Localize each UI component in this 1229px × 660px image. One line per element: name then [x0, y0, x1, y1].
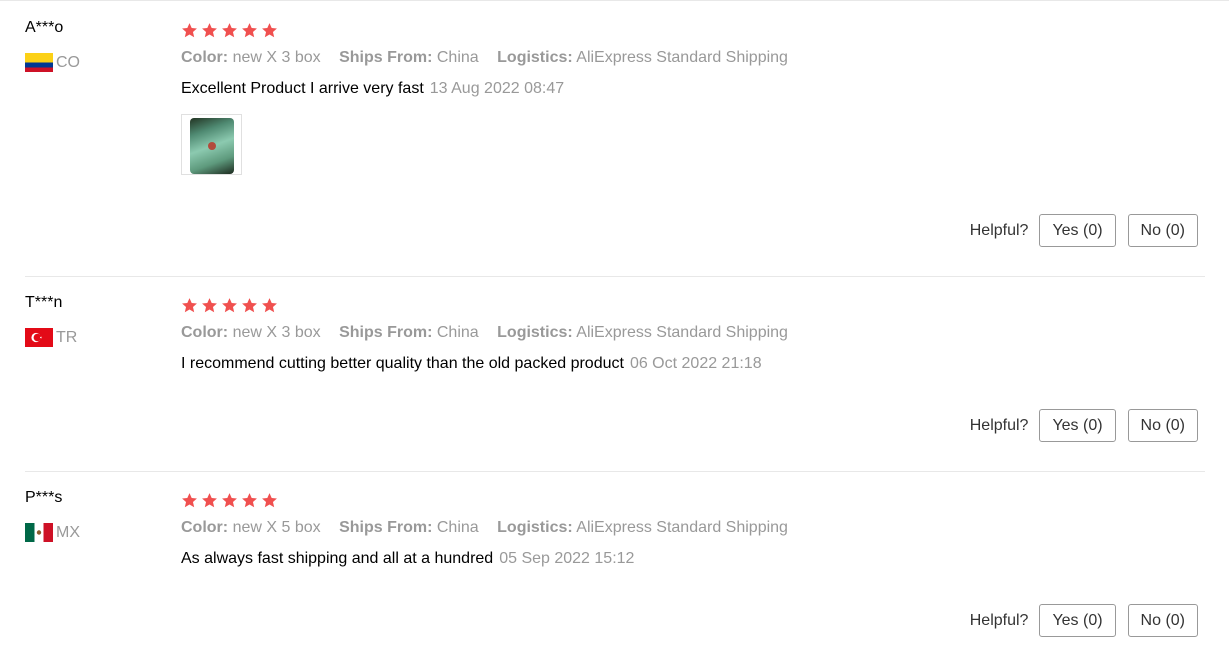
star-icon [242, 493, 257, 508]
star-icon [242, 298, 257, 313]
country-code: MX [56, 523, 80, 541]
reviewer-country: MX [25, 523, 80, 542]
ships-from-label: Ships From: [339, 519, 433, 536]
logistics-info: Logistics: AliExpress Standard Shipping [497, 324, 788, 341]
star-icon [182, 23, 197, 38]
ships-from-info: Ships From: China [339, 49, 479, 66]
review-text: As always fast shipping and all at a hun… [181, 550, 494, 567]
helpful-yes-button[interactable]: Yes (0) [1039, 214, 1116, 247]
ships-from-label: Ships From: [339, 49, 433, 66]
star-rating [181, 22, 278, 39]
helpful-vote: Helpful? Yes (0) No (0) [970, 604, 1198, 637]
star-icon [222, 493, 237, 508]
star-rating [181, 492, 278, 509]
review-photo-thumbnail[interactable] [181, 114, 242, 175]
star-icon [182, 298, 197, 313]
review-date: 13 Aug 2022 08:47 [429, 80, 565, 97]
review-comment: As always fast shipping and all at a hun… [181, 550, 634, 568]
logistics-label: Logistics: [497, 519, 573, 536]
color-label: Color: [181, 49, 229, 66]
star-icon [222, 23, 237, 38]
star-icon [202, 298, 217, 313]
flag-mexico-icon [25, 523, 53, 542]
logistics-label: Logistics: [497, 49, 573, 66]
helpful-label: Helpful? [969, 221, 1029, 239]
country-code: TR [56, 328, 78, 346]
helpful-no-button[interactable]: No (0) [1127, 604, 1198, 637]
order-info: Color: new X 5 box Ships From: China Log… [181, 519, 802, 537]
color-value: new X 5 box [232, 519, 321, 536]
star-icon [242, 23, 257, 38]
helpful-label: Helpful? [969, 611, 1029, 629]
color-label: Color: [181, 324, 229, 341]
review-text: I recommend cutting better quality than … [181, 355, 624, 372]
review-divider [25, 471, 1205, 472]
top-border [0, 0, 1229, 1]
star-rating [181, 297, 278, 314]
flag-colombia-icon [25, 53, 53, 72]
ships-from-value: China [436, 519, 479, 536]
star-icon [262, 23, 277, 38]
color-label: Color: [181, 519, 229, 536]
review-photo [190, 118, 234, 174]
logistics-info: Logistics: AliExpress Standard Shipping [497, 49, 788, 66]
helpful-yes-button[interactable]: Yes (0) [1039, 604, 1116, 637]
star-icon [202, 493, 217, 508]
reviewer-country: TR [25, 328, 77, 347]
star-icon [262, 493, 277, 508]
helpful-label: Helpful? [969, 416, 1029, 434]
review-date: 06 Oct 2022 21:18 [629, 355, 762, 372]
color-info: Color: new X 3 box [181, 324, 321, 341]
review-text: Excellent Product I arrive very fast [181, 80, 424, 97]
logistics-value: AliExpress Standard Shipping [576, 324, 788, 341]
color-info: Color: new X 3 box [181, 49, 321, 66]
helpful-vote: Helpful? Yes (0) No (0) [970, 214, 1198, 247]
reviewer-name: P***s [25, 489, 63, 506]
review-date: 05 Sep 2022 15:12 [499, 550, 635, 567]
helpful-vote: Helpful? Yes (0) No (0) [970, 409, 1198, 442]
country-code: CO [56, 53, 80, 71]
reviewer-name: T***n [25, 294, 63, 311]
review-divider [25, 276, 1205, 277]
helpful-no-button[interactable]: No (0) [1127, 214, 1198, 247]
reviewer-country: CO [25, 53, 80, 72]
ships-from-value: China [436, 324, 479, 341]
star-icon [202, 23, 217, 38]
ships-from-label: Ships From: [339, 324, 433, 341]
star-icon [222, 298, 237, 313]
order-info: Color: new X 3 box Ships From: China Log… [181, 49, 802, 67]
ships-from-info: Ships From: China [339, 519, 479, 536]
logistics-info: Logistics: AliExpress Standard Shipping [497, 519, 788, 536]
color-value: new X 3 box [232, 49, 321, 66]
ships-from-value: China [436, 49, 479, 66]
helpful-no-button[interactable]: No (0) [1127, 409, 1198, 442]
flag-turkey-icon [25, 328, 53, 347]
helpful-yes-button[interactable]: Yes (0) [1039, 409, 1116, 442]
star-icon [182, 493, 197, 508]
logistics-value: AliExpress Standard Shipping [576, 49, 788, 66]
review-comment: I recommend cutting better quality than … [181, 355, 762, 373]
reviewer-name: A***o [25, 19, 64, 36]
order-info: Color: new X 3 box Ships From: China Log… [181, 324, 802, 342]
ships-from-info: Ships From: China [339, 324, 479, 341]
star-icon [262, 298, 277, 313]
review-comment: Excellent Product I arrive very fast 13 A… [181, 80, 564, 98]
logistics-value: AliExpress Standard Shipping [576, 519, 788, 536]
logistics-label: Logistics: [497, 324, 573, 341]
color-info: Color: new X 5 box [181, 519, 321, 536]
color-value: new X 3 box [232, 324, 321, 341]
